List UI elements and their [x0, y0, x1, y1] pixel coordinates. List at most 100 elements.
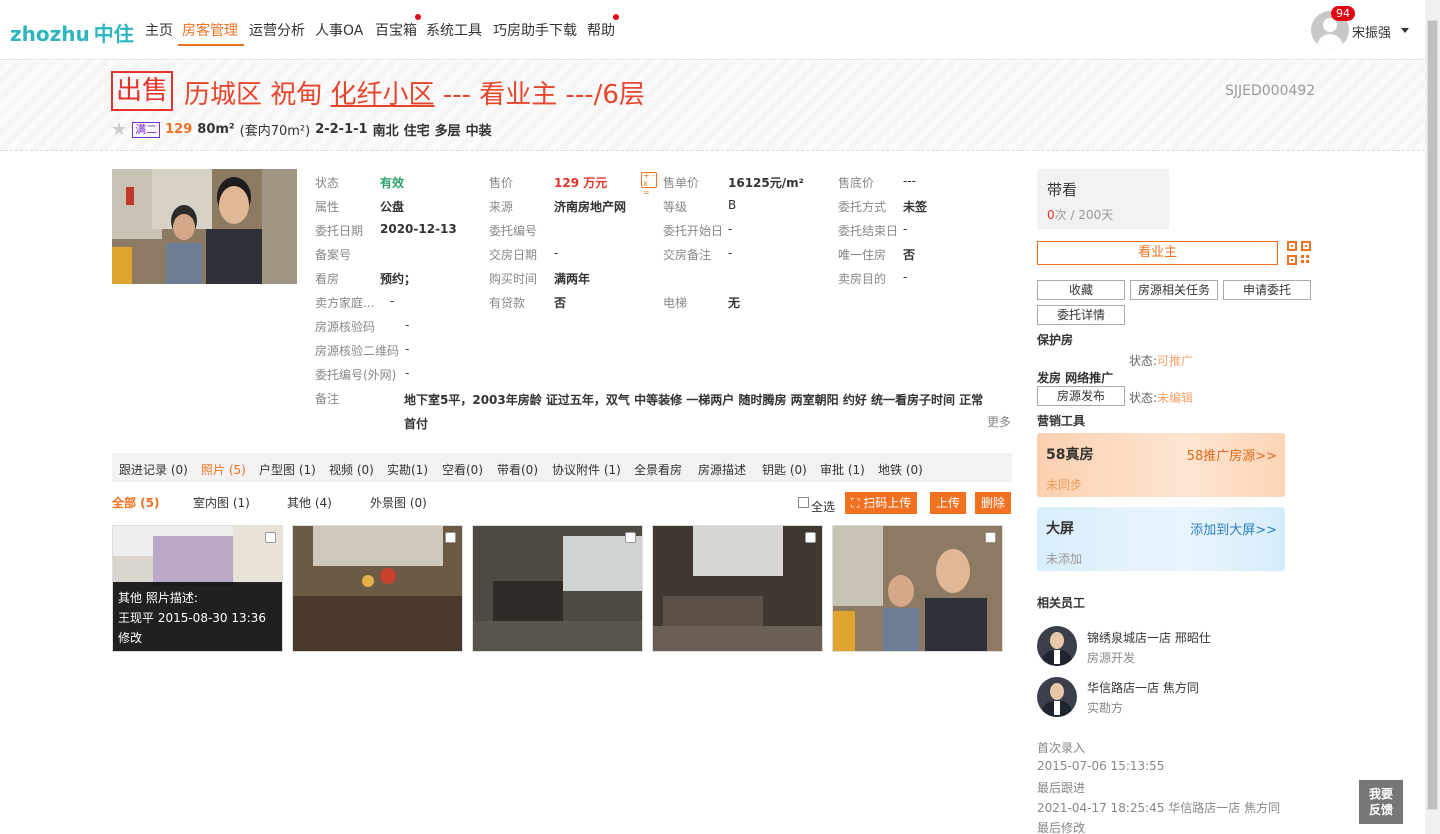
scan-upload-button[interactable]: ⛶ 扫码上传 — [845, 492, 918, 514]
subtab-other[interactable]: 其他 (4) — [287, 494, 332, 511]
publish-button[interactable]: 房源发布 — [1037, 386, 1125, 406]
favorite-button[interactable]: 收藏 — [1037, 280, 1125, 300]
subtab-indoor[interactable]: 室内图 (1) — [193, 494, 250, 511]
tab-follow-records[interactable]: 跟进记录 (0) — [119, 461, 188, 478]
card58-link[interactable]: 58推广房源>> — [1187, 445, 1277, 464]
star-icon[interactable]: ★ — [111, 119, 127, 140]
related-tasks-button[interactable]: 房源相关任务 — [1130, 280, 1218, 300]
photo-thumb-1[interactable]: 其他 照片描述: 王现平 2015-08-30 13:36 修改 — [112, 525, 283, 652]
info-entrust-start: 委托开始日 - — [663, 222, 732, 239]
photo-checkbox[interactable] — [625, 532, 636, 543]
tab-description[interactable]: 房源描述 — [698, 461, 746, 478]
more-link[interactable]: 更多 — [987, 413, 1011, 430]
card-big-screen[interactable]: 大屏 添加到大屏>> 未添加 — [1037, 507, 1285, 571]
community-link[interactable]: 化纤小区 — [331, 80, 435, 110]
info-value: B — [728, 198, 737, 212]
photo-checkbox[interactable] — [445, 532, 456, 543]
publish-status-value[interactable]: 未编辑 — [1157, 391, 1193, 405]
info-elevator: 电梯 无 — [663, 294, 740, 311]
staff-name[interactable]: 锦绣泉城店一店 邢昭仕 — [1087, 629, 1211, 646]
staff-avatar[interactable] — [1037, 626, 1077, 666]
decoration-summary: 中装 — [465, 124, 492, 139]
user-name[interactable]: 宋振强 — [1352, 22, 1391, 41]
tab-photos[interactable]: 照片 (5) — [201, 461, 246, 478]
staff-name[interactable]: 华信路店一店 焦方同 — [1087, 679, 1199, 696]
photo-desc-author: 王现平 2015-08-30 13:36 — [118, 611, 266, 625]
photo-thumb-2[interactable] — [292, 525, 463, 652]
nav-help[interactable]: 帮助 — [587, 20, 615, 40]
entrust-detail-button[interactable]: 委托详情 — [1037, 305, 1125, 325]
nav-hr-oa[interactable]: 人事OA — [315, 20, 363, 40]
info-value: - — [405, 318, 410, 332]
nav-operation-analysis[interactable]: 运营分析 — [249, 20, 305, 40]
look-owner-button[interactable]: 看业主 — [1037, 241, 1278, 265]
tab-keys[interactable]: 钥匙 (0) — [762, 461, 807, 478]
nav-home[interactable]: 主页 — [145, 20, 173, 40]
info-floor-price: 售底价 --- — [838, 174, 916, 191]
chevron-down-icon[interactable] — [1401, 28, 1409, 33]
status-label: 状态: — [1129, 391, 1158, 405]
viewing-count-value: 0 — [1047, 208, 1055, 222]
tab-survey[interactable]: 实勘(1) — [387, 461, 428, 478]
photo-thumb-3[interactable] — [472, 525, 643, 652]
card-58-real-house[interactable]: 58真房 58推广房源>> 未同步 — [1037, 433, 1285, 497]
last-follow-label: 最后跟进 — [1037, 781, 1086, 795]
scrollbar[interactable] — [1425, 0, 1440, 834]
info-label: 卖房目的 — [838, 272, 887, 286]
feedback-line2: 反馈 — [1368, 803, 1393, 817]
upload-button[interactable]: 上传 — [930, 492, 967, 514]
info-label: 唯一住房 — [838, 248, 887, 262]
bigscreen-link[interactable]: 添加到大屏>> — [1190, 519, 1277, 538]
scrollbar-thumb[interactable] — [1427, 20, 1438, 810]
subtab-all[interactable]: 全部 (5) — [112, 494, 160, 511]
info-label: 委托开始日 — [663, 224, 724, 238]
photo-checkbox[interactable] — [985, 532, 996, 543]
remark-text: 地下室5平，2003年房龄 证过五年，双气 中等装修 一梯两户 随时腾房 两室朝… — [404, 393, 984, 431]
tab-approval[interactable]: 审批 (1) — [820, 461, 865, 478]
subtab-outdoor[interactable]: 外景图 (0) — [370, 494, 427, 511]
apply-entrust-button[interactable]: 申请委托 — [1223, 280, 1311, 300]
tab-floorplan[interactable]: 户型图 (1) — [259, 461, 316, 478]
info-label: 售单价 — [663, 176, 700, 190]
viewing-count-total: 次 / 200天 — [1054, 208, 1114, 222]
tab-empty-view[interactable]: 空看(0) — [442, 461, 483, 478]
info-verify-qr: 房源核验二维码 - — [315, 342, 409, 359]
nav-toolbox[interactable]: 百宝箱 — [375, 20, 417, 40]
info-entrust-end: 委托结束日 - — [838, 222, 907, 239]
nav-system-tools[interactable]: 系统工具 — [426, 20, 482, 40]
photo-edit-link[interactable]: 修改 — [118, 628, 279, 648]
feedback-button[interactable]: 我要 反馈 — [1359, 780, 1403, 824]
protect-status-value[interactable]: 可推广 — [1157, 354, 1193, 368]
info-label: 电梯 — [663, 296, 688, 310]
photo-checkbox[interactable] — [805, 532, 816, 543]
photo-thumb-4[interactable] — [652, 525, 823, 652]
info-entrust-no-ext: 委托编号(外网) - — [315, 366, 409, 383]
calculator-icon[interactable] — [641, 171, 657, 197]
qr-code-icon[interactable] — [1287, 241, 1311, 265]
bigscreen-title: 大屏 — [1046, 521, 1074, 537]
tab-guided-view[interactable]: 带看(0) — [497, 461, 538, 478]
protect-status: 状态:可推广 — [1129, 352, 1193, 369]
notification-badge[interactable]: 94 — [1331, 6, 1355, 21]
tab-subway[interactable]: 地铁 (0) — [878, 461, 923, 478]
logo[interactable]: zhozhu 中住 — [10, 18, 134, 47]
info-source: 来源 济南房地产网 — [489, 198, 626, 215]
page-title: 历城区 祝甸 化纤小区 --- 看业主 ---/6层 — [184, 74, 645, 111]
info-entrust-no: 委托编号 — [489, 222, 537, 239]
tab-vr-view[interactable]: 全景看房 — [634, 461, 682, 478]
staff-avatar[interactable] — [1037, 677, 1077, 717]
layout-summary: 2-2-1-1 — [315, 122, 368, 137]
delete-button[interactable]: 删除 — [975, 492, 1012, 514]
card58-status: 未同步 — [1046, 478, 1083, 492]
protect-label: 保护房 — [1037, 333, 1074, 347]
photo-checkbox[interactable] — [265, 532, 276, 543]
select-all-label[interactable]: 全选 — [811, 498, 835, 515]
tab-agreement[interactable]: 协议附件 (1) — [552, 461, 621, 478]
photo-thumb-5[interactable] — [832, 525, 1003, 652]
nav-house-customer[interactable]: 房客管理 — [182, 20, 238, 40]
tab-video[interactable]: 视频 (0) — [329, 461, 374, 478]
select-all-checkbox[interactable] — [798, 497, 809, 508]
main-photo[interactable] — [112, 169, 297, 284]
usage-summary: 住宅 — [403, 124, 430, 139]
nav-assistant-download[interactable]: 巧房助手下载 — [493, 20, 577, 40]
